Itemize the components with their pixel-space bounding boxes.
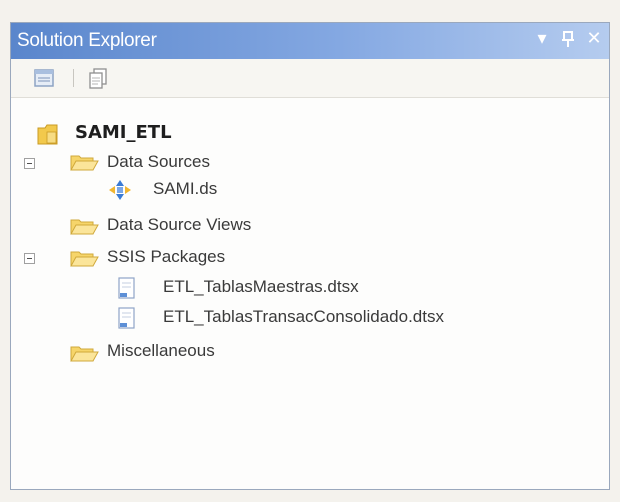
properties-icon[interactable] <box>33 67 57 89</box>
folder-icon <box>69 216 99 246</box>
folder-icon <box>69 343 99 373</box>
show-all-files-icon[interactable] <box>87 67 111 89</box>
project-icon <box>35 122 61 154</box>
tree-node-label: Miscellaneous <box>107 341 215 360</box>
ssis-package-icon <box>115 305 139 339</box>
tree-node-label: SSIS Packages <box>107 247 226 266</box>
ssis-package-icon <box>115 275 139 309</box>
panel-title: Solution Explorer <box>17 30 157 51</box>
panel-title-bar[interactable]: Solution Explorer ▾ ✕ <box>11 23 609 59</box>
folder-open-icon <box>69 152 99 182</box>
screenshot-frame: Solution Explorer ▾ ✕ SAMI_ETL Data Sour… <box>0 0 620 502</box>
toolbar-separator <box>73 69 74 87</box>
panel-toolbar <box>11 59 609 98</box>
tree-node-label: SAMI_ETL <box>75 122 172 143</box>
window-position-dropdown-icon[interactable]: ▾ <box>531 27 553 51</box>
tree-node-label: ETL_TablasMaestras.dtsx <box>163 277 359 296</box>
tree-node-label: Data Sources <box>107 152 210 171</box>
collapse-ssis-packages-toggle[interactable] <box>24 253 35 264</box>
auto-hide-pin-icon[interactable] <box>557 27 579 55</box>
tree-node-label: Data Source Views <box>107 215 252 234</box>
tree-node-label: ETL_TablasTransacConsolidado.dtsx <box>163 307 444 326</box>
solution-explorer-panel: Solution Explorer ▾ ✕ SAMI_ETL Data Sour… <box>10 22 610 490</box>
close-icon[interactable]: ✕ <box>583 27 605 51</box>
solution-tree: SAMI_ETL Data Sources SAMI.ds Data Sourc… <box>11 98 609 489</box>
folder-open-icon <box>69 248 99 278</box>
collapse-data-sources-toggle[interactable] <box>24 158 35 169</box>
tree-node-label: SAMI.ds <box>153 179 218 198</box>
data-source-icon <box>107 178 133 210</box>
